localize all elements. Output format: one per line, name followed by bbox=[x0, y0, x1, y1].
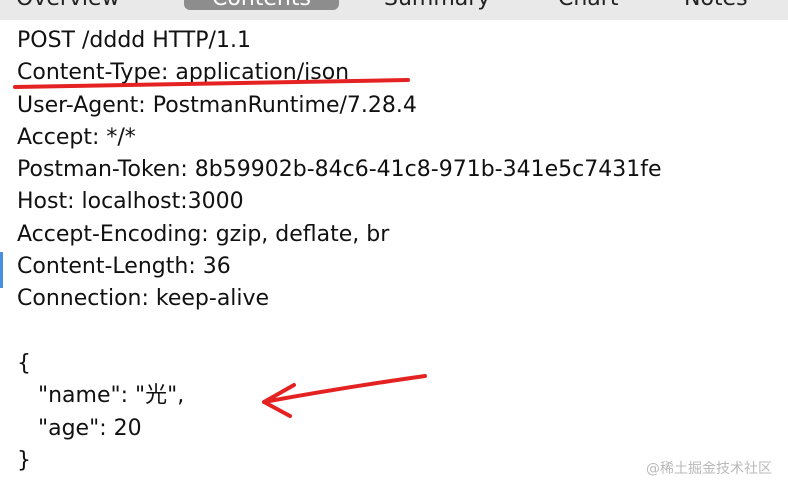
annotation-layer bbox=[13, 78, 427, 418]
watermark: @稀土掘金技术社区 bbox=[646, 461, 772, 477]
underline-annotation bbox=[13, 78, 410, 89]
arrow-annotation bbox=[262, 374, 427, 418]
